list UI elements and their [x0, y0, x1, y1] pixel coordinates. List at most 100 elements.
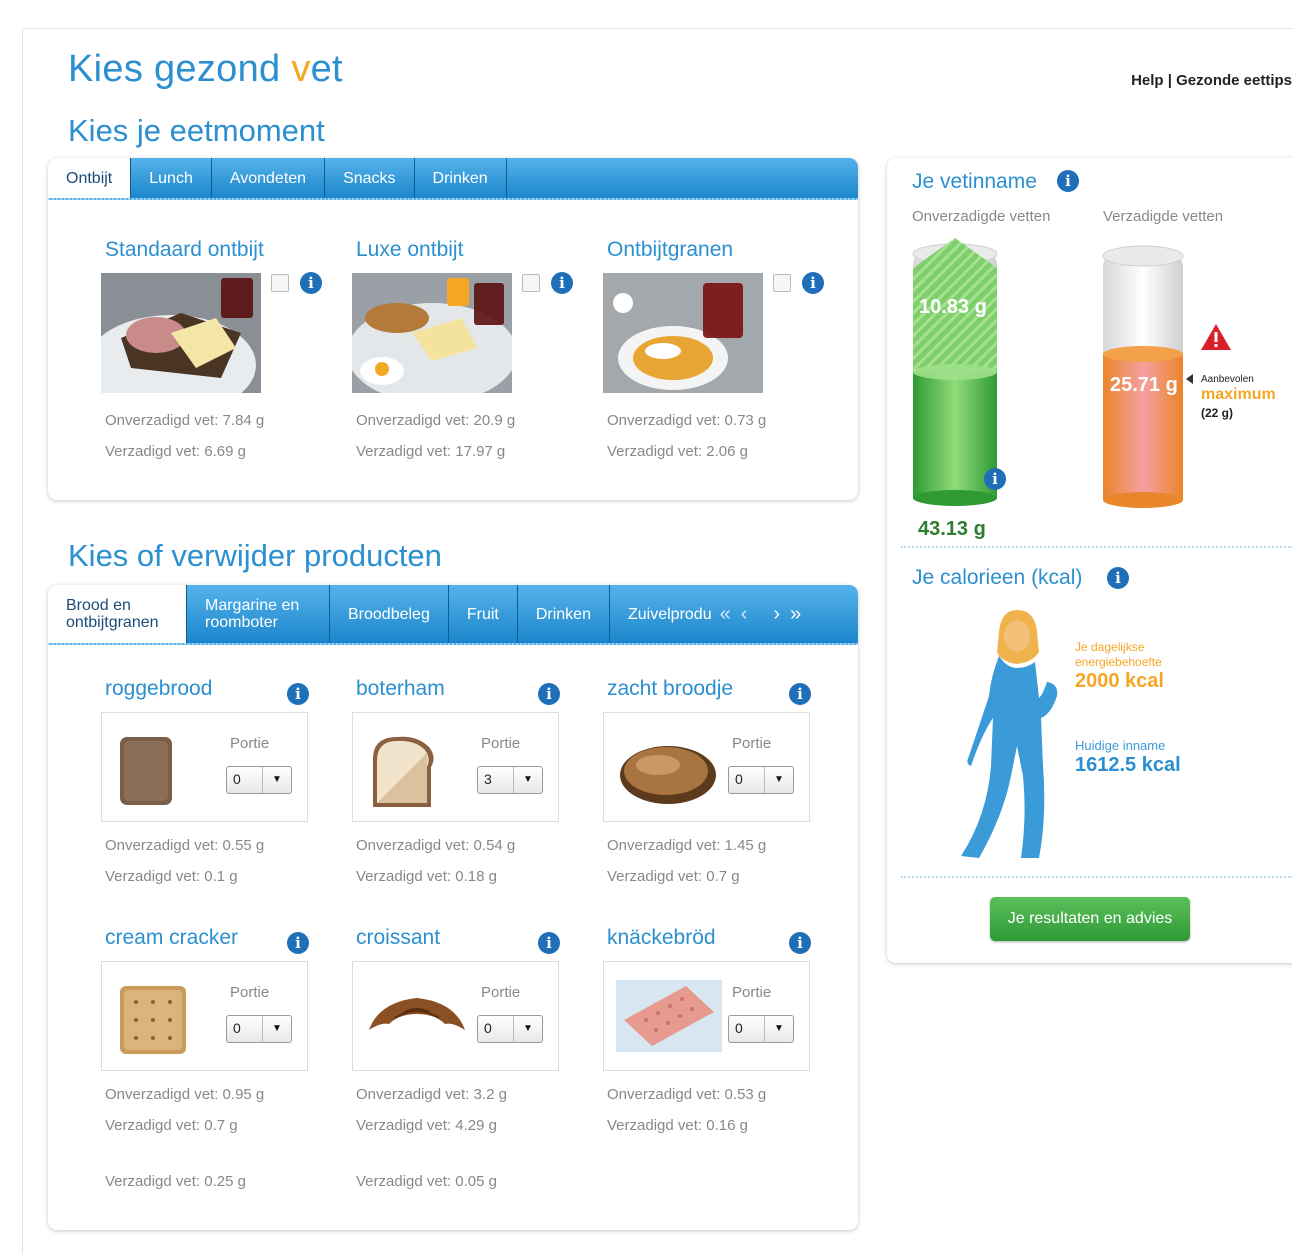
tab-ontbijt[interactable]: Ontbijt	[48, 158, 132, 198]
last-page-icon[interactable]: »	[784, 585, 807, 643]
tab-avondeten[interactable]: Avondeten	[212, 158, 326, 198]
meal-checkbox[interactable]	[773, 274, 791, 292]
portie-select[interactable]: 3 ▼	[477, 766, 543, 794]
title-accent: v	[291, 48, 311, 90]
meal-photo-luxe	[352, 273, 512, 393]
product-title: roggebrood	[105, 677, 213, 700]
producten-tabbar: Brood en ontbijtgranen Margarine en room…	[48, 585, 858, 645]
product-unsat: Onverzadigd vet: 0.95 g	[105, 1086, 265, 1103]
product-sat: Verzadigd vet: 0.7 g	[105, 1117, 238, 1134]
meal-sat: Verzadigd vet: 17.97 g	[356, 443, 506, 460]
dropdown-arrow-icon: ▼	[262, 1016, 291, 1042]
pointer-icon	[1186, 374, 1193, 384]
tab-snacks[interactable]: Snacks	[325, 158, 415, 198]
info-icon[interactable]: i	[538, 932, 560, 954]
tab-lunch[interactable]: Lunch	[131, 158, 212, 198]
dropdown-arrow-icon: ▼	[764, 767, 793, 793]
meal-photo-standaard	[101, 273, 261, 393]
meal-title: Ontbijtgranen	[607, 238, 734, 261]
info-icon[interactable]: i	[551, 272, 573, 294]
vetinname-heading: Je vetinname	[912, 170, 1037, 193]
tab-margarine[interactable]: Margarine en roomboter	[187, 585, 330, 643]
portie-value: 0	[233, 771, 241, 787]
product-box: Portie 0 ▼	[603, 712, 810, 822]
product-sat-extra: Verzadigd vet: 0.05 g	[356, 1173, 497, 1190]
product-image-cracker	[120, 986, 186, 1054]
results-advice-button[interactable]: Je resultaten en advies	[990, 897, 1190, 941]
divider	[901, 546, 1292, 548]
sat-label: Verzadigde vetten	[1103, 208, 1224, 225]
help-link[interactable]: Help	[1131, 72, 1164, 89]
product-unsat: Onverzadigd vet: 1.45 g	[607, 837, 767, 854]
dropdown-arrow-icon: ▼	[764, 1016, 793, 1042]
product-image-knackebrod	[616, 980, 722, 1052]
person-silhouette-icon	[961, 610, 1058, 858]
portie-select[interactable]: 0 ▼	[728, 1015, 794, 1043]
eetmoment-tabbar: Ontbijt Lunch Avondeten Snacks Drinken	[48, 158, 858, 200]
product-box: Portie 0 ▼	[101, 961, 308, 1071]
dropdown-arrow-icon: ▼	[513, 767, 542, 793]
side-panel: Je vetinname i Onverzadigde vetten Verza…	[887, 158, 1292, 963]
tab-fruit[interactable]: Fruit	[449, 585, 518, 643]
info-icon[interactable]: i	[538, 683, 560, 705]
product-unsat: Onverzadigd vet: 3.2 g	[356, 1086, 507, 1103]
prev-page-icon[interactable]: ‹	[737, 585, 770, 643]
meal-checkbox[interactable]	[522, 274, 540, 292]
product-unsat: Onverzadigd vet: 0.53 g	[607, 1086, 767, 1103]
portie-label: Portie	[481, 984, 521, 1001]
product-unsat: Onverzadigd vet: 0.55 g	[105, 837, 265, 854]
healthy-tips-link[interactable]: Gezonde eettips	[1176, 72, 1292, 89]
tab-broodbeleg[interactable]: Broodbeleg	[330, 585, 449, 643]
tab-drinken[interactable]: Drinken	[518, 585, 610, 643]
product-title: knäckebröd	[607, 926, 716, 949]
intake-label: Huidige inname	[1075, 738, 1166, 753]
portie-label: Portie	[230, 735, 270, 752]
tab-drinken[interactable]: Drinken	[415, 158, 507, 198]
meal-checkbox[interactable]	[271, 274, 289, 292]
calorieen-heading: Je calorieen (kcal)	[912, 566, 1083, 589]
meal-unsat: Onverzadigd vet: 7.84 g	[105, 412, 265, 429]
portie-select[interactable]: 0 ▼	[728, 766, 794, 794]
meal-sat: Verzadigd vet: 2.06 g	[607, 443, 748, 460]
tab-zuivel[interactable]: Zuivelprodu	[610, 585, 714, 643]
portie-select[interactable]: 0 ▼	[226, 1015, 292, 1043]
next-page-icon[interactable]: ›	[769, 585, 784, 643]
info-icon[interactable]: i	[984, 468, 1006, 490]
portie-label: Portie	[732, 984, 772, 1001]
dropdown-arrow-icon: ▼	[513, 1016, 542, 1042]
info-icon[interactable]: i	[300, 272, 322, 294]
portie-select[interactable]: 0 ▼	[226, 766, 292, 794]
info-icon[interactable]: i	[789, 683, 811, 705]
energy-need-value: 2000 kcal	[1075, 670, 1164, 692]
unsat-total: 43.13 g	[918, 518, 986, 540]
link-separator: |	[1167, 72, 1172, 89]
portie-value: 3	[484, 771, 492, 787]
info-icon[interactable]: i	[1107, 567, 1129, 589]
divider	[901, 876, 1292, 878]
portie-value: 0	[735, 771, 743, 787]
product-box: Portie 0 ▼	[603, 961, 810, 1071]
meal-title: Standaard ontbijt	[105, 238, 264, 261]
info-icon[interactable]: i	[802, 272, 824, 294]
sat-value: 25.71 g	[1110, 374, 1178, 396]
meal-unsat: Onverzadigd vet: 0.73 g	[607, 412, 767, 429]
first-page-icon[interactable]: «	[714, 585, 737, 643]
info-icon[interactable]: i	[287, 683, 309, 705]
tab-brood[interactable]: Brood en ontbijtgranen	[48, 585, 187, 643]
portie-select[interactable]: 0 ▼	[477, 1015, 543, 1043]
portie-value: 0	[484, 1020, 492, 1036]
unsat-label: Onverzadigde vetten	[912, 208, 1051, 225]
intake-value: 1612.5 kcal	[1075, 754, 1181, 776]
portie-value: 0	[735, 1020, 743, 1036]
product-sat: Verzadigd vet: 4.29 g	[356, 1117, 497, 1134]
info-icon[interactable]: i	[789, 932, 811, 954]
portie-value: 0	[233, 1020, 241, 1036]
product-image-boterham	[373, 736, 434, 807]
product-sat-extra: Verzadigd vet: 0.25 g	[105, 1173, 246, 1190]
portie-label: Portie	[732, 735, 772, 752]
eetmoment-heading: Kies je eetmoment	[68, 113, 325, 148]
info-icon[interactable]: i	[287, 932, 309, 954]
info-icon[interactable]: i	[1057, 170, 1079, 192]
product-image-croissant	[369, 998, 465, 1030]
top-links: Help | Gezonde eettips	[1131, 72, 1292, 89]
